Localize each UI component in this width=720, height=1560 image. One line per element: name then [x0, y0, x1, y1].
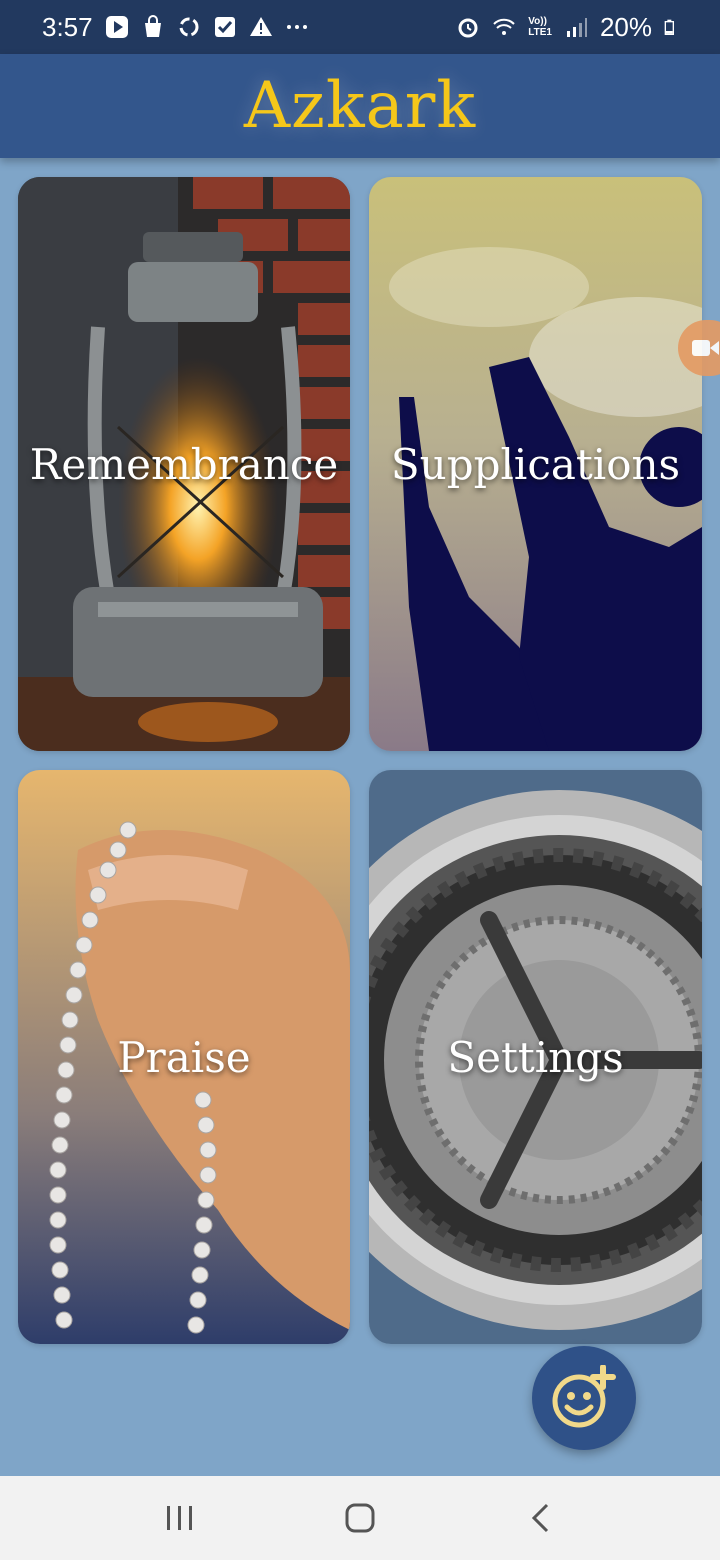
home-icon [345, 1503, 375, 1533]
network-label-1: Vo)) [528, 16, 547, 27]
back-button[interactable] [510, 1488, 570, 1548]
system-nav-bar [0, 1476, 720, 1560]
settings-card[interactable]: Settings [369, 770, 702, 1344]
recent-apps-button[interactable] [150, 1488, 210, 1548]
sync-icon [179, 17, 199, 37]
recent-apps-icon [167, 1506, 192, 1530]
home-button[interactable] [330, 1488, 390, 1548]
supplications-label: Supplications [390, 439, 681, 489]
status-time: 3:57 [42, 11, 93, 42]
status-bar: 3:57 Vo)) LTE1 20% [0, 0, 720, 54]
check-icon [214, 17, 235, 37]
praise-card[interactable]: Praise [18, 770, 350, 1344]
remembrance-card[interactable]: Remembrance [18, 177, 350, 751]
play-icon [105, 16, 128, 38]
praise-label: Praise [117, 1032, 251, 1082]
video-icon [692, 340, 719, 356]
network-label-2: LTE1 [528, 27, 552, 38]
battery-text: 20% [599, 11, 652, 42]
add-emoji-icon [552, 1365, 616, 1428]
add-emoji-button[interactable] [532, 1346, 636, 1450]
supplications-card[interactable]: Supplications [369, 177, 702, 751]
warning-icon [249, 17, 272, 36]
wifi-icon [493, 18, 515, 35]
settings-label: Settings [447, 1032, 624, 1082]
signal-icon [566, 18, 587, 37]
bag-icon [144, 15, 161, 37]
more-icon [286, 25, 307, 29]
volte-icon: Vo)) LTE1 [528, 16, 552, 38]
app-title: Azkark [243, 69, 477, 143]
app-bar: Azkark [0, 54, 720, 158]
battery-icon [664, 19, 674, 35]
alarm-icon [458, 18, 478, 38]
back-icon [531, 1503, 549, 1533]
remembrance-label: Remembrance [29, 439, 339, 489]
